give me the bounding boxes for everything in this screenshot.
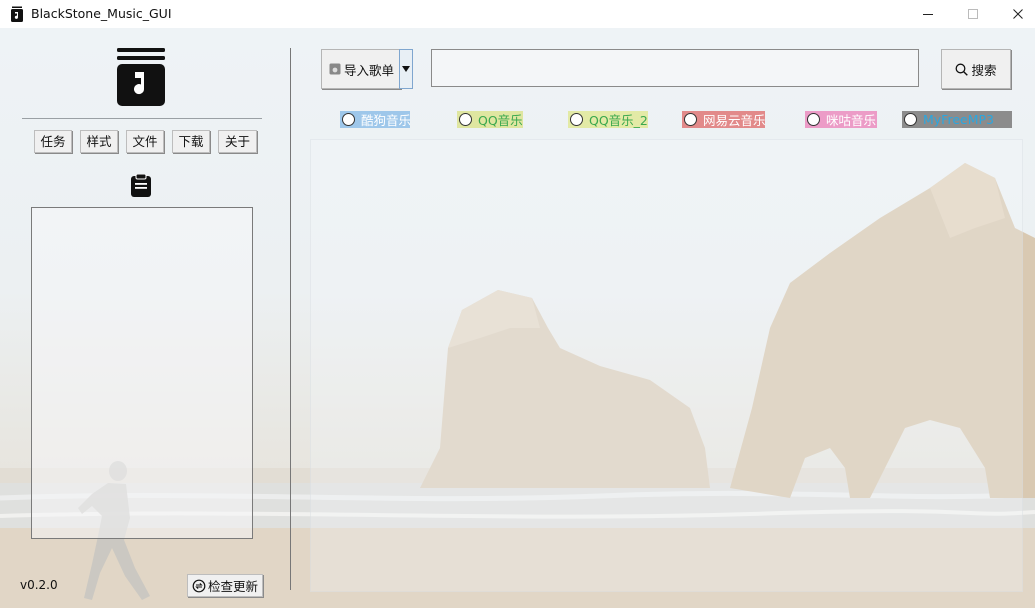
source-label-myfreemp3: MyFreeMP3 [923,112,994,127]
radio-circle-icon [459,113,472,126]
tab-styles[interactable]: 样式 [80,130,118,153]
task-list[interactable] [31,207,253,539]
radio-circle-icon [904,113,917,126]
minimize-button[interactable] [905,0,951,28]
tab-tasks[interactable]: 任务 [34,130,72,153]
source-radio-myfreemp3[interactable]: MyFreeMP3 [902,111,1012,128]
panel-divider [290,48,291,590]
tab-about[interactable]: 关于 [218,130,257,153]
close-button[interactable] [995,0,1035,28]
source-radio-qq2[interactable]: QQ音乐_2 [568,111,648,128]
source-radio-netease[interactable]: 网易云音乐 [682,111,765,128]
search-input[interactable] [431,49,919,87]
source-label-qq: QQ音乐 [478,113,523,128]
version-label: v0.2.0 [20,578,58,592]
clipboard-icon [131,174,151,197]
source-label-migu: 咪咕音乐 [826,113,877,128]
search-button[interactable]: 搜索 [941,49,1011,89]
import-playlist-button[interactable]: 导入歌单 [321,49,401,89]
refresh-icon [192,579,206,592]
radio-circle-icon [684,113,697,126]
source-radio-kugou[interactable]: 酷狗音乐 [340,111,410,128]
search-label: 搜索 [971,62,997,78]
results-panel[interactable] [310,139,1023,592]
playlist-icon [329,63,341,75]
search-icon [956,63,969,76]
source-radio-qq[interactable]: QQ音乐 [457,111,523,128]
triangle-down-icon [402,66,410,72]
source-label-kugou: 酷狗音乐 [361,113,410,128]
music-file-icon [11,6,23,22]
close-icon [1013,9,1023,19]
source-label-qq2: QQ音乐_2 [589,113,648,128]
radio-circle-icon [342,113,355,126]
tab-downloads[interactable]: 下载 [172,130,210,153]
tab-files[interactable]: 文件 [126,130,164,153]
radio-circle-icon [807,113,820,126]
radio-circle-icon [570,113,583,126]
minimize-icon [923,14,933,15]
check-update-button[interactable]: 检查更新 [187,574,263,597]
source-label-netease: 网易云音乐 [703,113,765,128]
import-dropdown-button[interactable] [399,49,413,89]
check-update-label: 检查更新 [208,579,259,594]
import-playlist-label: 导入歌单 [344,62,395,78]
source-radio-migu[interactable]: 咪咕音乐 [805,111,877,128]
maximize-icon [968,9,978,19]
window-title: BlackStone_Music_GUI [31,6,172,21]
title-bar: BlackStone_Music_GUI [0,0,1035,28]
sidebar-divider [22,118,262,119]
music-note-icon [117,48,165,106]
maximize-button[interactable] [950,0,996,28]
